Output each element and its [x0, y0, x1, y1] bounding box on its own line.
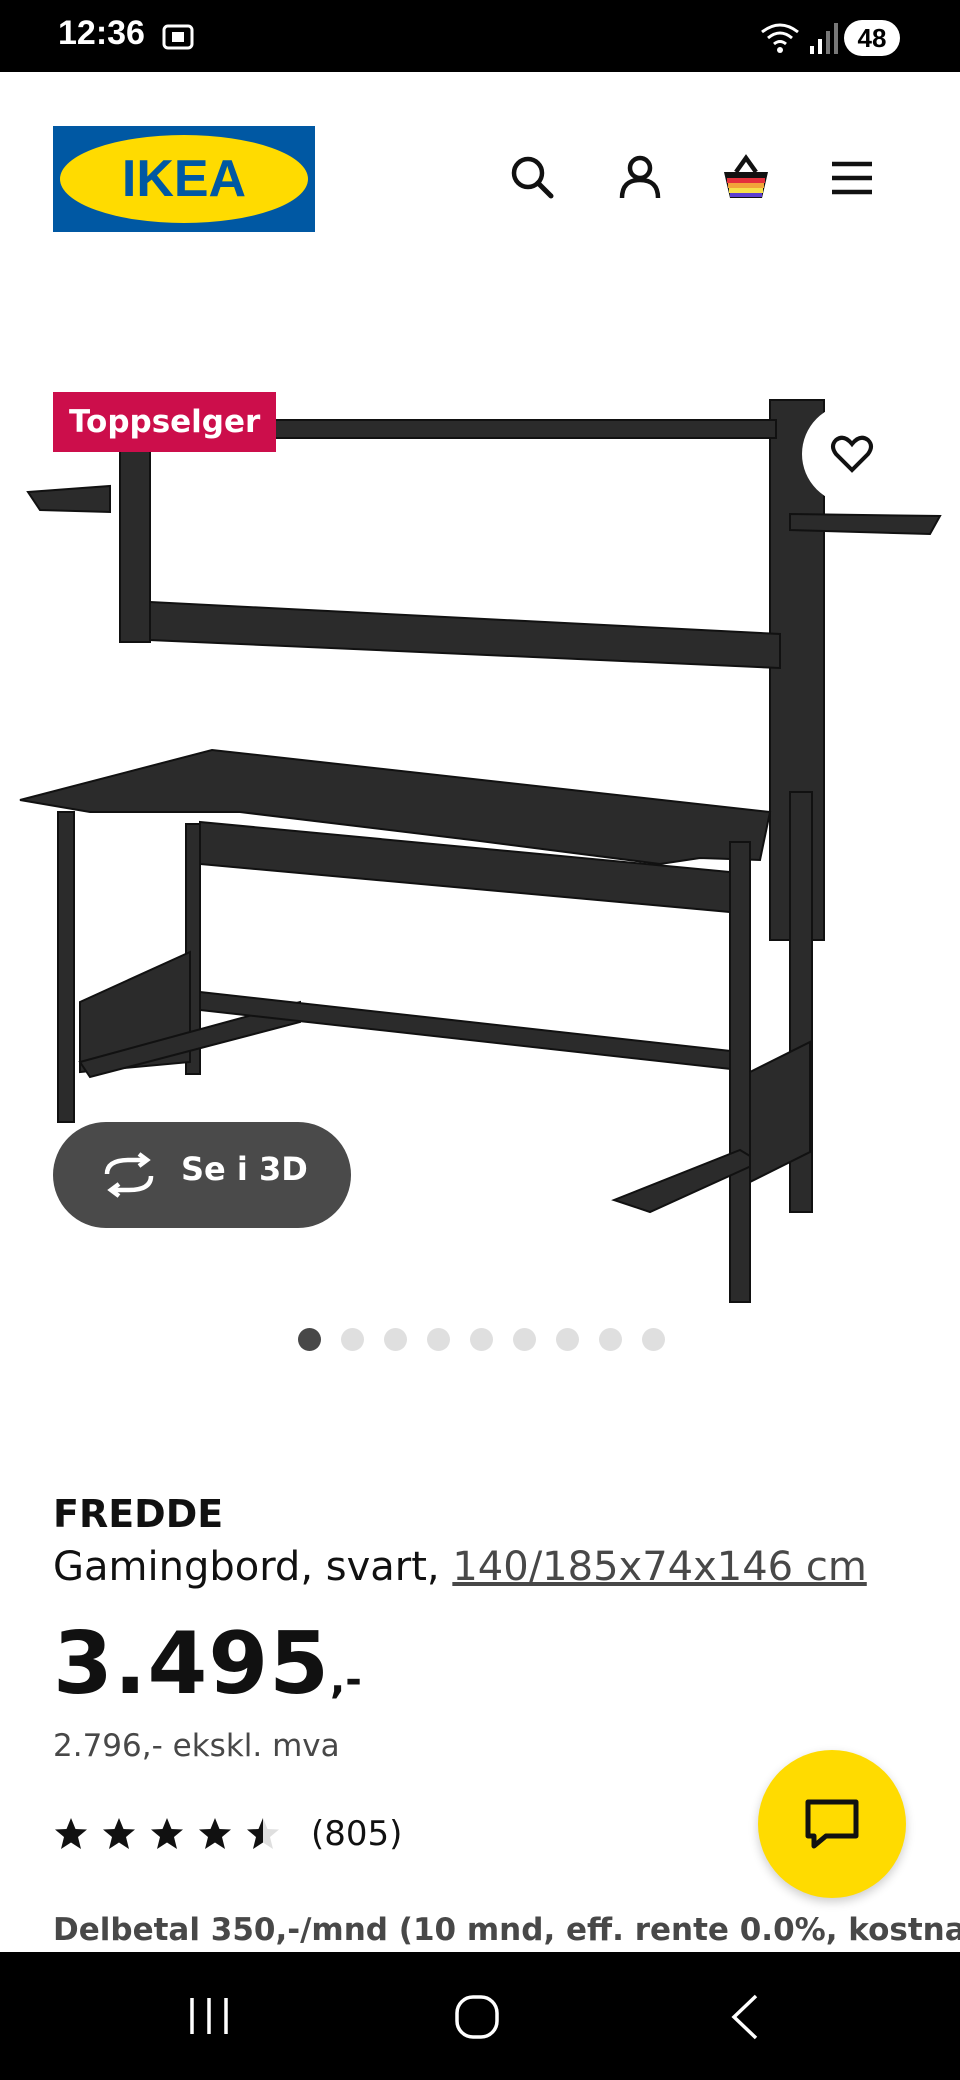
product-image[interactable]: Toppselger Se i 3D — [0, 272, 960, 1342]
carousel-dot[interactable] — [427, 1328, 450, 1351]
carousel-dot[interactable] — [513, 1328, 536, 1351]
star-full-icon — [151, 1818, 183, 1849]
signal-icon — [810, 23, 838, 54]
carousel-dot[interactable] — [298, 1328, 321, 1351]
rotate-3d-icon — [104, 1152, 154, 1198]
product-description: Gamingbord, svart, 140/185x74x146 cm — [53, 1544, 867, 1590]
chat-icon — [805, 1799, 859, 1849]
star-full-icon — [103, 1818, 135, 1849]
site-header: IKEA — [0, 72, 960, 272]
star-half-icon — [247, 1818, 279, 1849]
svg-text:IKEA: IKEA — [122, 150, 246, 208]
carousel-dot[interactable] — [384, 1328, 407, 1351]
heart-icon — [831, 435, 873, 473]
price-suffix: ,- — [330, 1657, 362, 1703]
star-full-icon — [55, 1818, 87, 1849]
product-dimensions-link[interactable]: 140/185x74x146 cm — [452, 1544, 866, 1590]
account-icon[interactable] — [610, 148, 670, 208]
home-icon[interactable] — [454, 1994, 500, 2040]
price-ex-vat: 2.796,- ekskl. mva — [53, 1728, 340, 1764]
wifi-icon — [761, 23, 799, 53]
rating-stars — [53, 1816, 281, 1852]
status-bar: 12:36 48 — [0, 0, 960, 72]
carousel-dot[interactable] — [599, 1328, 622, 1351]
favorite-button[interactable] — [802, 404, 902, 504]
logo-mark: IKEA — [53, 126, 315, 232]
view-in-3d-button[interactable]: Se i 3D — [53, 1122, 351, 1228]
carousel-dot[interactable] — [556, 1328, 579, 1351]
image-carousel-dots — [298, 1328, 665, 1352]
star-full-icon — [199, 1818, 231, 1849]
battery-icon: 48 — [844, 20, 900, 56]
product-price: 3.495,- — [53, 1614, 362, 1714]
recents-icon[interactable] — [186, 1996, 232, 2036]
chat-button[interactable] — [758, 1750, 906, 1898]
ikea-logo[interactable]: IKEA — [53, 126, 315, 232]
view-in-3d-label: Se i 3D — [181, 1150, 308, 1188]
carousel-dot[interactable] — [341, 1328, 364, 1351]
status-time: 12:36 — [58, 14, 145, 52]
price-integer: 3.495 — [53, 1614, 331, 1714]
screenshot-icon — [162, 24, 194, 50]
review-count: (805) — [311, 1814, 403, 1854]
menu-icon[interactable] — [822, 148, 882, 208]
installment-info: Delbetal 350,-/mnd (10 mnd, eff. rente 0… — [53, 1912, 960, 1948]
product-name: FREDDE — [53, 1492, 224, 1536]
system-nav-bar — [0, 1952, 960, 2080]
search-icon[interactable] — [503, 148, 563, 208]
carousel-dot[interactable] — [470, 1328, 493, 1351]
product-rating[interactable]: (805) — [53, 1812, 402, 1856]
product-type: Gamingbord, svart, — [53, 1544, 440, 1590]
back-icon[interactable] — [728, 1992, 762, 2042]
carousel-dot[interactable] — [642, 1328, 665, 1351]
bestseller-badge: Toppselger — [53, 392, 277, 452]
cart-icon[interactable] — [716, 148, 776, 208]
